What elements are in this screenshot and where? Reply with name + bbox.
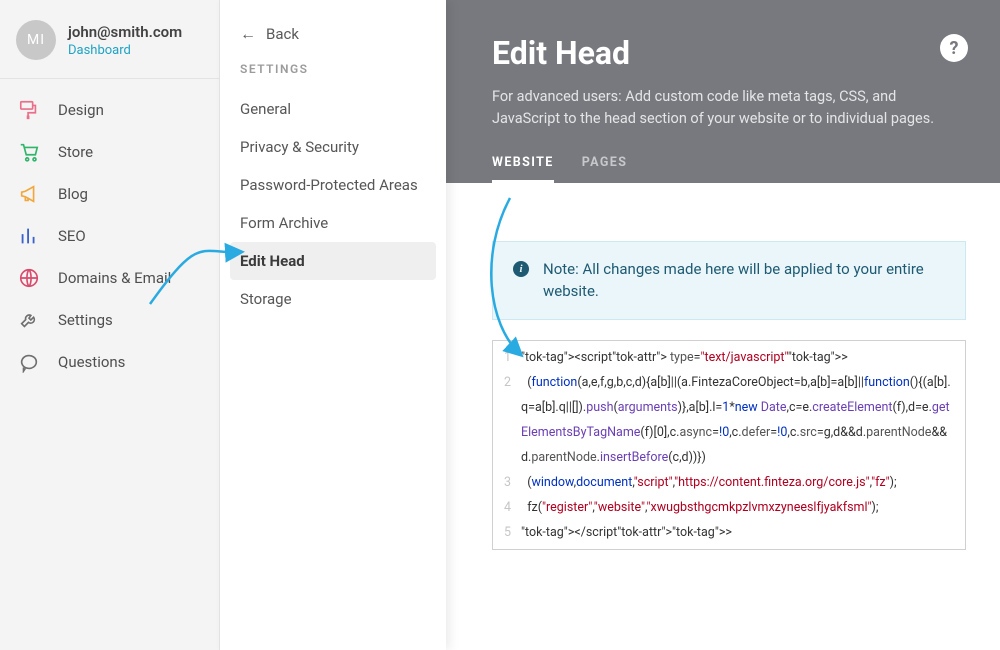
nav-item-settings[interactable]: Settings (0, 299, 219, 341)
page-title: Edit Head (492, 34, 954, 72)
nav-item-label: Questions (58, 353, 125, 371)
note-box: i Note: All changes made here will be ap… (492, 241, 966, 320)
bars-icon (18, 225, 40, 247)
help-button[interactable]: ? (940, 34, 968, 62)
settings-item-edit-head[interactable]: Edit Head (230, 242, 436, 280)
nav-item-questions[interactable]: Questions (0, 341, 219, 383)
nav-item-label: Settings (58, 311, 113, 329)
tab-bar: WEBSITE PAGES (492, 155, 954, 183)
paint-icon (18, 99, 40, 121)
page-description: For advanced users: Add custom code like… (492, 86, 954, 131)
settings-item-form-archive[interactable]: Form Archive (230, 204, 436, 242)
primary-nav: Design Store Blog SEO Domains & Email Setting… (0, 89, 219, 383)
settings-panel: ← Back SETTINGS GeneralPrivacy & Securit… (220, 0, 446, 650)
settings-item-password-protected-areas[interactable]: Password-Protected Areas (230, 166, 436, 204)
divider (0, 78, 219, 79)
dashboard-link[interactable]: Dashboard (68, 43, 182, 58)
line-number: 4 (493, 495, 519, 520)
nav-item-label: Domains & Email (58, 269, 171, 287)
code-editor[interactable]: 1"tok-tag"><script"tok-attr"> type="text… (492, 340, 966, 550)
account-email: john@smith.com (68, 23, 182, 41)
back-button[interactable]: ← Back (230, 20, 436, 62)
cart-icon (18, 141, 40, 163)
nav-item-domains[interactable]: Domains & Email (0, 257, 219, 299)
nav-item-label: Store (58, 143, 93, 161)
code-line[interactable]: 4 fz("register","website","xwugbsthgcmkp… (493, 495, 965, 520)
tab-website[interactable]: WEBSITE (492, 155, 554, 183)
nav-item-blog[interactable]: Blog (0, 173, 219, 215)
horn-icon (18, 183, 40, 205)
code-line[interactable]: 5"tok-tag"></script"tok-attr">"tok-tag">… (493, 520, 965, 545)
back-label: Back (266, 25, 299, 43)
code-line[interactable]: 1"tok-tag"><script"tok-attr"> type="text… (493, 345, 965, 370)
nav-item-label: Blog (58, 185, 88, 203)
avatar: MI (16, 20, 56, 60)
wrench-icon (18, 309, 40, 331)
nav-item-store[interactable]: Store (0, 131, 219, 173)
code-content[interactable]: "tok-tag"></script"tok-attr">"tok-tag">> (519, 520, 965, 545)
tab-pages[interactable]: PAGES (582, 155, 628, 183)
line-number: 2 (493, 370, 519, 470)
settings-list: GeneralPrivacy & SecurityPassword-Protec… (230, 90, 436, 318)
info-icon: i (513, 261, 529, 277)
arrow-left-icon: ← (240, 24, 256, 44)
account-block: MI john@smith.com Dashboard (0, 0, 219, 78)
code-content[interactable]: "tok-tag"><script"tok-attr"> type="text/… (519, 345, 965, 370)
code-line[interactable]: 3 (window,document,"script","https://con… (493, 470, 965, 495)
nav-item-label: Design (58, 101, 104, 119)
chat-icon (18, 351, 40, 373)
globe-icon (18, 267, 40, 289)
settings-item-storage[interactable]: Storage (230, 280, 436, 318)
main: ? Edit Head For advanced users: Add cust… (446, 0, 1000, 650)
settings-item-general[interactable]: General (230, 90, 436, 128)
line-number: 5 (493, 520, 519, 545)
settings-heading: SETTINGS (230, 62, 436, 90)
settings-item-privacy-security[interactable]: Privacy & Security (230, 128, 436, 166)
primary-sidebar: MI john@smith.com Dashboard Design Store B… (0, 0, 220, 650)
code-line[interactable]: 2 (function(a,e,f,g,b,c,d){a[b]||(a.Fint… (493, 370, 965, 470)
line-number: 1 (493, 345, 519, 370)
main-header: ? Edit Head For advanced users: Add cust… (446, 0, 1000, 183)
code-content[interactable]: fz("register","website","xwugbsthgcmkpzl… (519, 495, 965, 520)
code-content[interactable]: (function(a,e,f,g,b,c,d){a[b]||(a.Fintez… (519, 370, 965, 470)
nav-item-design[interactable]: Design (0, 89, 219, 131)
line-number: 3 (493, 470, 519, 495)
nav-item-seo[interactable]: SEO (0, 215, 219, 257)
nav-item-label: SEO (58, 227, 86, 245)
account-text: john@smith.com Dashboard (68, 23, 182, 58)
note-text: Note: All changes made here will be appl… (543, 258, 945, 303)
code-content[interactable]: (window,document,"script","https://conte… (519, 470, 965, 495)
main-body: i Note: All changes made here will be ap… (446, 183, 1000, 550)
